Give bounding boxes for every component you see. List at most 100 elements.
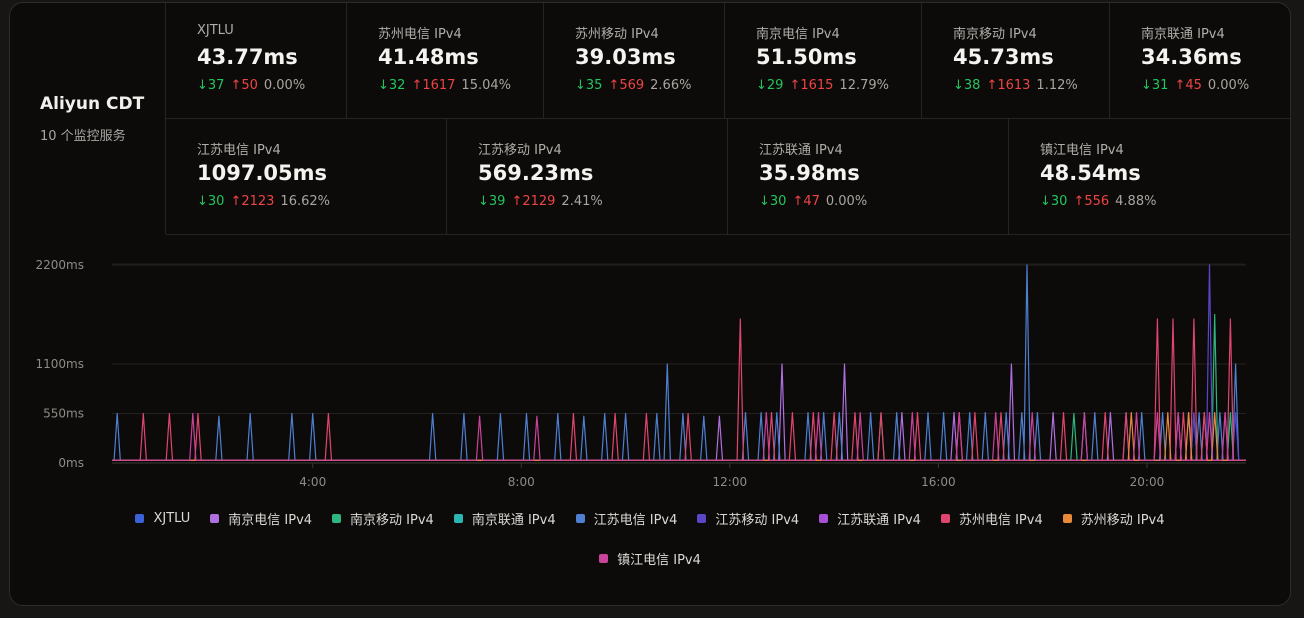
down-count: ↓38 — [953, 78, 981, 93]
legend-label: 江苏移动 IPv4 — [715, 512, 800, 528]
up-count: ↑556 — [1073, 194, 1110, 209]
legend-swatch — [1062, 513, 1072, 523]
legend-swatch — [697, 513, 707, 523]
legend-item[interactable]: 江苏电信 IPv4 — [575, 509, 678, 528]
stat-meta: ↓31 ↑45 0.00% — [1141, 78, 1249, 93]
up-count: ↑2123 — [230, 194, 275, 209]
legend-item[interactable]: 南京联通 IPv4 — [453, 509, 556, 528]
stat-card[interactable]: 镇江电信 IPv4 48.54ms ↓30 ↑556 4.88% — [1009, 119, 1290, 234]
loss-percent: 2.66% — [650, 78, 692, 93]
down-count: ↓35 — [575, 78, 603, 93]
up-count: ↑45 — [1174, 78, 1202, 93]
down-count: ↓31 — [1141, 78, 1169, 93]
stat-label: 南京电信 IPv4 — [756, 27, 840, 42]
stat-label: 苏州移动 IPv4 — [575, 27, 659, 42]
legend-item[interactable]: 苏州移动 IPv4 — [1062, 509, 1165, 528]
down-count: ↓32 — [378, 78, 406, 93]
loss-percent: 4.88% — [1115, 194, 1157, 209]
legend-swatch — [135, 513, 145, 523]
latency-chart-svg[interactable]: 2200ms 1100ms 550ms 0ms 4:00 8:00 12:00 16:00 20… — [10, 235, 1290, 495]
stat-card[interactable]: 江苏联通 IPv4 35.98ms ↓30 ↑47 0.00% — [728, 119, 1009, 234]
stat-label: 江苏电信 IPv4 — [197, 143, 281, 158]
latency-chart[interactable]: 2200ms 1100ms 550ms 0ms 4:00 8:00 12:00 16:00 20… — [10, 235, 1290, 495]
stat-card[interactable]: 江苏移动 IPv4 569.23ms ↓39 ↑2129 2.41% — [447, 119, 728, 234]
service-count: 10 个监控服务 — [40, 129, 126, 144]
legend-label: 江苏联通 IPv4 — [837, 512, 921, 528]
loss-percent: 16.62% — [280, 194, 330, 209]
y-tick-label: 2200ms — [36, 258, 84, 272]
down-count: ↓39 — [478, 194, 506, 209]
stat-label: XJTLU — [197, 23, 234, 38]
down-count: ↓29 — [756, 78, 784, 93]
up-count: ↑47 — [792, 194, 820, 209]
stat-card[interactable]: 苏州电信 IPv4 41.48ms ↓32 ↑1617 15.04% — [347, 3, 544, 118]
y-tick-label: 550ms — [43, 407, 84, 421]
stat-latency: 34.36ms — [1141, 45, 1242, 69]
stat-card[interactable]: 苏州移动 IPv4 39.03ms ↓35 ↑569 2.66% — [544, 3, 725, 118]
y-tick-label: 0ms — [58, 456, 84, 470]
stat-meta: ↓30 ↑2123 16.62% — [197, 194, 330, 209]
series-line — [112, 264, 1246, 461]
stat-card[interactable]: XJTLU 43.77ms ↓37 ↑50 0.00% — [166, 3, 347, 118]
legend-item[interactable]: 南京移动 IPv4 — [332, 509, 434, 528]
legend-label: 苏州移动 IPv4 — [1080, 512, 1165, 528]
stat-meta: ↓29 ↑1615 12.79% — [756, 78, 889, 93]
x-tick-label: 16:00 — [921, 475, 956, 489]
legend-swatch — [575, 513, 585, 523]
stat-label: 江苏联通 IPv4 — [759, 143, 843, 158]
x-tick-label: 12:00 — [713, 475, 748, 489]
up-count: ↑569 — [608, 78, 645, 93]
legend-label: XJTLU — [153, 510, 191, 526]
loss-percent: 0.00% — [1207, 78, 1250, 93]
x-tick-label: 20:00 — [1130, 475, 1165, 489]
server-name: Aliyun CDT — [40, 94, 145, 114]
down-count: ↓37 — [197, 78, 225, 93]
stat-meta: ↓37 ↑50 0.00% — [197, 78, 305, 93]
up-count: ↑1613 — [986, 78, 1031, 93]
loss-percent: 1.12% — [1036, 78, 1078, 93]
stat-latency: 569.23ms — [478, 161, 594, 185]
stat-label: 南京移动 IPv4 — [953, 27, 1037, 42]
legend-label: 江苏电信 IPv4 — [593, 512, 678, 528]
stat-meta: ↓35 ↑569 2.66% — [575, 78, 691, 93]
legend-swatch — [819, 513, 829, 523]
stat-latency: 1097.05ms — [197, 161, 328, 185]
loss-percent: 0.00% — [825, 194, 868, 209]
series-line — [112, 264, 1246, 461]
loss-percent: 12.79% — [839, 78, 889, 93]
legend-label: 南京电信 IPv4 — [228, 512, 313, 528]
stat-card[interactable]: 江苏电信 IPv4 1097.05ms ↓30 ↑2123 16.62% — [166, 119, 447, 234]
series-line — [112, 313, 1246, 461]
legend-swatch — [210, 513, 220, 523]
stat-card[interactable]: 南京电信 IPv4 51.50ms ↓29 ↑1615 12.79% — [725, 3, 922, 118]
down-count: ↓30 — [1040, 194, 1068, 209]
stats-row-1: XJTLU 43.77ms ↓37 ↑50 0.00% 苏州电信 IPv4 41.4… — [166, 3, 1290, 119]
loss-percent: 2.41% — [561, 194, 603, 209]
stat-meta: ↓30 ↑47 0.00% — [759, 194, 867, 209]
legend-item[interactable]: 南京电信 IPv4 — [210, 509, 312, 528]
y-tick-label: 1100ms — [36, 357, 84, 371]
legend-item[interactable]: 江苏移动 IPv4 — [697, 509, 799, 528]
legend-label: 苏州电信 IPv4 — [958, 512, 1043, 528]
legend-swatch — [453, 513, 463, 523]
stat-card[interactable]: 南京联通 IPv4 34.36ms ↓31 ↑45 0.00% — [1110, 3, 1290, 118]
stat-latency: 41.48ms — [378, 45, 479, 69]
legend-item[interactable]: 江苏联通 IPv4 — [819, 509, 921, 528]
legend-swatch — [332, 513, 342, 523]
up-count: ↑1617 — [411, 78, 456, 93]
stat-card[interactable]: 南京移动 IPv4 45.73ms ↓38 ↑1613 1.12% — [922, 3, 1110, 118]
legend-item[interactable]: 镇江电信 IPv4 — [599, 549, 701, 568]
legend-swatch — [599, 553, 609, 563]
stat-latency: 51.50ms — [756, 45, 857, 69]
stat-latency: 45.73ms — [953, 45, 1054, 69]
legend-label: 南京移动 IPv4 — [350, 512, 434, 528]
stat-label: 江苏移动 IPv4 — [478, 143, 562, 158]
up-count: ↑50 — [230, 78, 258, 93]
server-card: Aliyun CDT 10 个监控服务 XJTLU 43.77ms ↓37 ↑50… — [9, 2, 1291, 606]
loss-percent: 15.04% — [461, 78, 511, 93]
legend-item[interactable]: 苏州电信 IPv4 — [940, 509, 1043, 528]
down-count: ↓30 — [197, 194, 225, 209]
up-count: ↑1615 — [789, 78, 834, 93]
x-tick-label: 4:00 — [299, 475, 326, 489]
legend-item[interactable]: XJTLU — [135, 511, 190, 526]
